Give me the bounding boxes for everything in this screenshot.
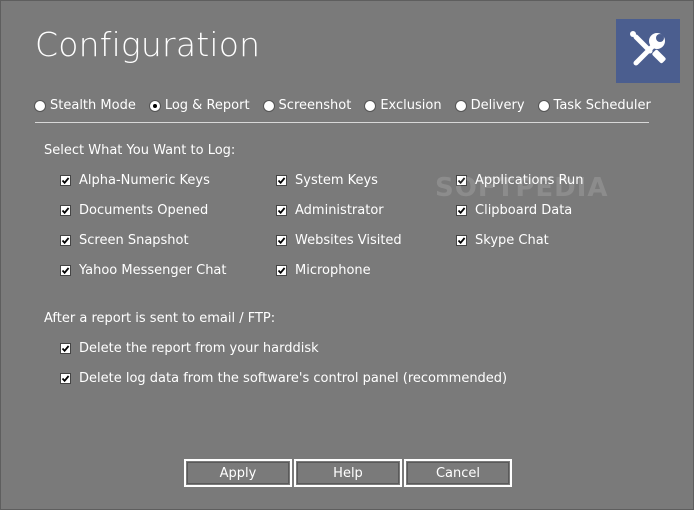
checkbox-label: Administrator (295, 203, 384, 218)
checkbox-checked-icon[interactable] (456, 235, 467, 246)
tab-label: Task Scheduler (553, 98, 651, 113)
checkbox-checked-icon[interactable] (456, 175, 467, 186)
checkbox-checked-icon[interactable] (276, 265, 287, 276)
tab-label: Exclusion (380, 98, 442, 113)
radio-icon[interactable] (35, 100, 45, 111)
checkbox-label: System Keys (295, 173, 378, 188)
cancel-button[interactable]: Cancel (404, 459, 512, 487)
checkbox-applications-run[interactable]: Applications Run (456, 173, 583, 188)
radio-icon[interactable] (455, 100, 466, 111)
tab-label: Stealth Mode (50, 98, 136, 113)
checkbox-delete-report[interactable]: Delete the report from your harddisk (60, 341, 319, 356)
checkbox-screen-snapshot[interactable]: Screen Snapshot (60, 233, 189, 248)
log-section-heading: Select What You Want to Log: (44, 143, 236, 158)
tab-label: Screenshot (278, 98, 352, 113)
checkbox-checked-icon[interactable] (60, 373, 71, 384)
checkbox-label: Microphone (295, 263, 371, 278)
tab-delivery[interactable]: Delivery (455, 98, 525, 113)
checkbox-label: Delete log data from the software's cont… (79, 371, 508, 386)
tab-task-scheduler[interactable]: Task Scheduler (538, 98, 651, 113)
checkbox-checked-icon[interactable] (60, 265, 71, 276)
checkbox-label: Screen Snapshot (79, 233, 189, 248)
radio-icon[interactable] (538, 100, 549, 111)
radio-icon[interactable] (365, 100, 376, 111)
tab-log-report[interactable]: Log & Report (149, 98, 250, 113)
checkbox-label: Applications Run (475, 173, 584, 188)
checkbox-alpha-numeric-keys[interactable]: Alpha-Numeric Keys (60, 173, 210, 188)
checkbox-checked-icon[interactable] (60, 235, 71, 246)
configuration-window: Configuration Stealth Mode Log & Report (0, 0, 694, 510)
tab-stealth-mode[interactable]: Stealth Mode (35, 98, 136, 113)
checkbox-administrator[interactable]: Administrator (276, 203, 384, 218)
tab-exclusion[interactable]: Exclusion (365, 98, 442, 113)
checkbox-skype-chat[interactable]: Skype Chat (456, 233, 549, 248)
checkbox-documents-opened[interactable]: Documents Opened (60, 203, 208, 218)
checkbox-checked-icon[interactable] (60, 205, 71, 216)
checkbox-label: Delete the report from your harddisk (79, 341, 319, 356)
checkbox-label: Skype Chat (475, 233, 549, 248)
checkbox-checked-icon[interactable] (60, 175, 71, 186)
checkbox-label: Yahoo Messenger Chat (79, 263, 227, 278)
checkbox-label: Websites Visited (295, 233, 402, 248)
checkbox-delete-log-data[interactable]: Delete log data from the software's cont… (60, 371, 507, 386)
checkbox-websites-visited[interactable]: Websites Visited (276, 233, 402, 248)
checkbox-checked-icon[interactable] (60, 343, 71, 354)
checkbox-label: Alpha-Numeric Keys (79, 173, 210, 188)
help-button[interactable]: Help (294, 459, 402, 487)
checkbox-checked-icon[interactable] (276, 235, 287, 246)
checkbox-microphone[interactable]: Microphone (276, 263, 371, 278)
page-title: Configuration (35, 25, 261, 64)
radio-icon[interactable] (263, 100, 274, 111)
tab-label: Log & Report (164, 98, 250, 113)
apply-button[interactable]: Apply (184, 459, 292, 487)
radio-selected-icon[interactable] (149, 100, 160, 111)
tab-label: Delivery (470, 98, 525, 113)
divider (35, 122, 649, 123)
checkbox-checked-icon[interactable] (276, 205, 287, 216)
tab-screenshot[interactable]: Screenshot (263, 98, 352, 113)
checkbox-clipboard-data[interactable]: Clipboard Data (456, 203, 572, 218)
report-section-heading: After a report is sent to email / FTP: (44, 311, 276, 326)
tools-icon (616, 19, 680, 83)
checkbox-system-keys[interactable]: System Keys (276, 173, 378, 188)
checkbox-yahoo-messenger-chat[interactable]: Yahoo Messenger Chat (60, 263, 227, 278)
checkbox-checked-icon[interactable] (276, 175, 287, 186)
tab-bar: Stealth Mode Log & Report Screenshot Exc… (35, 98, 655, 113)
checkbox-label: Documents Opened (79, 203, 209, 218)
checkbox-checked-icon[interactable] (456, 205, 467, 216)
checkbox-label: Clipboard Data (475, 203, 573, 218)
